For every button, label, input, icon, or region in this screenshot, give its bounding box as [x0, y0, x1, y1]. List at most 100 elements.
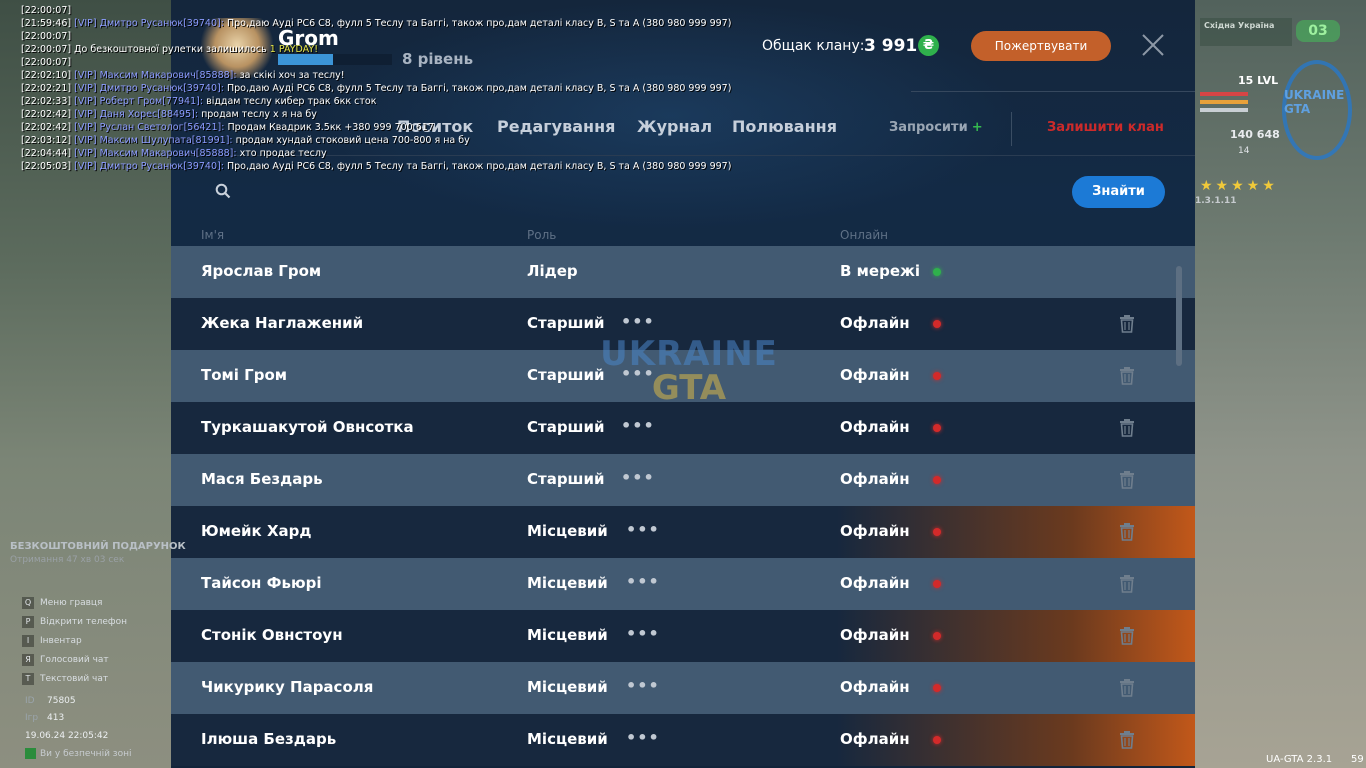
find-button[interactable]: Знайти	[1072, 176, 1165, 208]
member-role: Місцевий	[527, 574, 608, 592]
free-gift-title: БЕЗКОШТОВНИЙ ПОДАРУНОК	[10, 541, 186, 552]
offline-dot-icon	[933, 580, 941, 588]
hotkey-label: Інвентар	[40, 635, 82, 646]
chat-line: [22:02:21] [VIP] Дмитро Русанюк[39740]: …	[21, 82, 781, 95]
chat-time: [22:02:21]	[21, 83, 72, 94]
table-row[interactable]: Стонік Овнстоун Місцевий ••• Офлайн	[171, 610, 1195, 662]
chat-author: [VIP] Максим Шулупата[81991]:	[74, 135, 233, 146]
hunger-bar	[1200, 108, 1248, 112]
hotkey-key: Q	[22, 596, 34, 609]
table-row[interactable]: Ілюша Бездарь Місцевий ••• Офлайн	[171, 714, 1195, 766]
invite-button[interactable]: Запросити +	[889, 120, 983, 135]
player-id-label: ID	[25, 696, 35, 706]
health-bar	[1200, 92, 1248, 96]
offline-dot-icon	[933, 736, 941, 744]
region-count: 03	[1296, 20, 1340, 42]
hryvnia-icon: ₴	[918, 35, 939, 56]
header-divider	[911, 91, 1195, 92]
more-options-icon[interactable]: •••	[626, 728, 660, 747]
region-label: Східна Україна	[1200, 18, 1292, 46]
member-name: Ілюша Бездарь	[201, 730, 337, 748]
member-name: Жека Наглажений	[201, 314, 364, 332]
member-name: Чикурику Парасоля	[201, 678, 374, 696]
member-status: Офлайн	[840, 314, 910, 332]
trash-icon[interactable]	[1119, 731, 1135, 749]
close-icon[interactable]	[1139, 31, 1167, 59]
table-row[interactable]: Юмейк Хард Місцевий ••• Офлайн	[171, 506, 1195, 558]
trash-icon[interactable]	[1119, 419, 1135, 437]
more-options-icon[interactable]: •••	[626, 676, 660, 695]
safe-zone-icon	[25, 748, 36, 759]
member-status: Офлайн	[840, 418, 910, 436]
search-icon	[215, 183, 231, 199]
chat-time: [22:02:42]	[21, 109, 72, 120]
chat-message: віддам теслу кибер трак 6кк сток	[206, 96, 377, 107]
member-role: Старший	[527, 470, 605, 488]
treasury-value: 3 991	[864, 36, 918, 56]
more-options-icon[interactable]: •••	[626, 572, 660, 591]
free-gift-timer: Отримання 47 хв 03 сек	[10, 555, 125, 565]
more-options-icon[interactable]: •••	[626, 624, 660, 643]
more-options-icon[interactable]: •••	[626, 520, 660, 539]
trash-icon[interactable]	[1119, 471, 1135, 489]
offline-dot-icon	[933, 632, 941, 640]
hotkey-menu-item: Я Голосовий чат	[22, 650, 127, 669]
invite-label: Запросити	[889, 120, 968, 135]
member-role: Місцевий	[527, 626, 608, 644]
hotkey-key: I	[22, 634, 34, 647]
trash-icon[interactable]	[1119, 315, 1135, 333]
member-status: Офлайн	[840, 366, 910, 384]
more-options-icon[interactable]: •••	[621, 312, 655, 331]
chat-message: Продам Квадрик 3.5кк +380 999 700 617	[227, 122, 434, 133]
chat-author: [VIP] Дмитро Русанюк[39740]:	[74, 18, 224, 29]
member-name: Ярослав Гром	[201, 262, 322, 280]
trash-icon[interactable]	[1119, 523, 1135, 541]
nav-separator	[1011, 112, 1012, 146]
chat-time: [22:00:07]	[21, 31, 72, 42]
chat-message: Про,даю Ауді РС6 С8, фулл 5 Теслу та Баг…	[226, 18, 732, 29]
chat-message: хто продає теслу	[239, 148, 327, 159]
more-options-icon[interactable]: •••	[621, 468, 655, 487]
chat-time: [21:59:46]	[21, 18, 72, 29]
player-level: 15 LVL	[1238, 74, 1279, 87]
member-name: Мася Бездарь	[201, 470, 323, 488]
table-row[interactable]: Мася Бездарь Старший ••• Офлайн	[171, 454, 1195, 506]
chat-author: [VIP] Дмитро Русанюк[39740]:	[74, 83, 224, 94]
trash-icon[interactable]	[1119, 575, 1135, 593]
trash-icon[interactable]	[1119, 679, 1135, 697]
member-status: Офлайн	[840, 730, 910, 748]
trash-icon[interactable]	[1119, 367, 1135, 385]
chat-message: Про,даю Ауді РС6 С8, фулл 5 Теслу та Баг…	[226, 161, 732, 172]
chat-message: продам теслу х я на бу	[201, 109, 317, 120]
trash-icon[interactable]	[1119, 627, 1135, 645]
chat-line: [22:03:12] [VIP] Максим Шулупата[81991]:…	[21, 134, 781, 147]
table-row[interactable]: Тайсон Фьюрі Місцевий ••• Офлайн	[171, 558, 1195, 610]
chat-highlight: 1 PAYDAY!	[269, 44, 319, 55]
datetime: 19.06.24 22:05:42	[25, 731, 109, 741]
donate-button[interactable]: Пожертвувати	[971, 31, 1111, 61]
ukraine-gta-watermark: UKRAINE GTA	[589, 334, 789, 434]
offline-dot-icon	[933, 320, 941, 328]
member-name: Томі Гром	[201, 366, 288, 384]
hotkey-menu: Q Меню гравця P Відкрити телефон I Інвентар Я Г…	[22, 593, 127, 688]
table-row[interactable]: Чикурику Парасоля Місцевий ••• Офлайн	[171, 662, 1195, 714]
chat-time: [22:00:07]	[21, 5, 72, 16]
watermark-line2: GTA	[651, 368, 727, 408]
search-input[interactable]	[241, 178, 1041, 204]
hud-version: 1.3.1.11	[1195, 196, 1237, 206]
player-id-value: 75805	[47, 696, 76, 706]
leave-clan-button[interactable]: Залишити клан	[1047, 120, 1164, 135]
member-role: Місцевий	[527, 730, 608, 748]
online-dot-icon	[933, 268, 941, 276]
chat-author: [VIP] Дмитро Русанюк[39740]:	[74, 161, 224, 172]
table-row[interactable]: Ярослав Гром Лідер В мережі	[171, 246, 1195, 298]
chat-line: [22:02:10] [VIP] Максим Макарович[85888]…	[21, 69, 781, 82]
chat-message: за скікі хоч за теслу!	[239, 70, 345, 81]
offline-dot-icon	[933, 424, 941, 432]
offline-dot-icon	[933, 476, 941, 484]
armor-bar	[1200, 100, 1248, 104]
player-money: 140 648	[1230, 128, 1280, 141]
member-status: Офлайн	[840, 470, 910, 488]
chat-line: [22:02:42] [VIP] Руслан Светолог[56421]:…	[21, 121, 781, 134]
scrollbar[interactable]	[1176, 266, 1182, 366]
